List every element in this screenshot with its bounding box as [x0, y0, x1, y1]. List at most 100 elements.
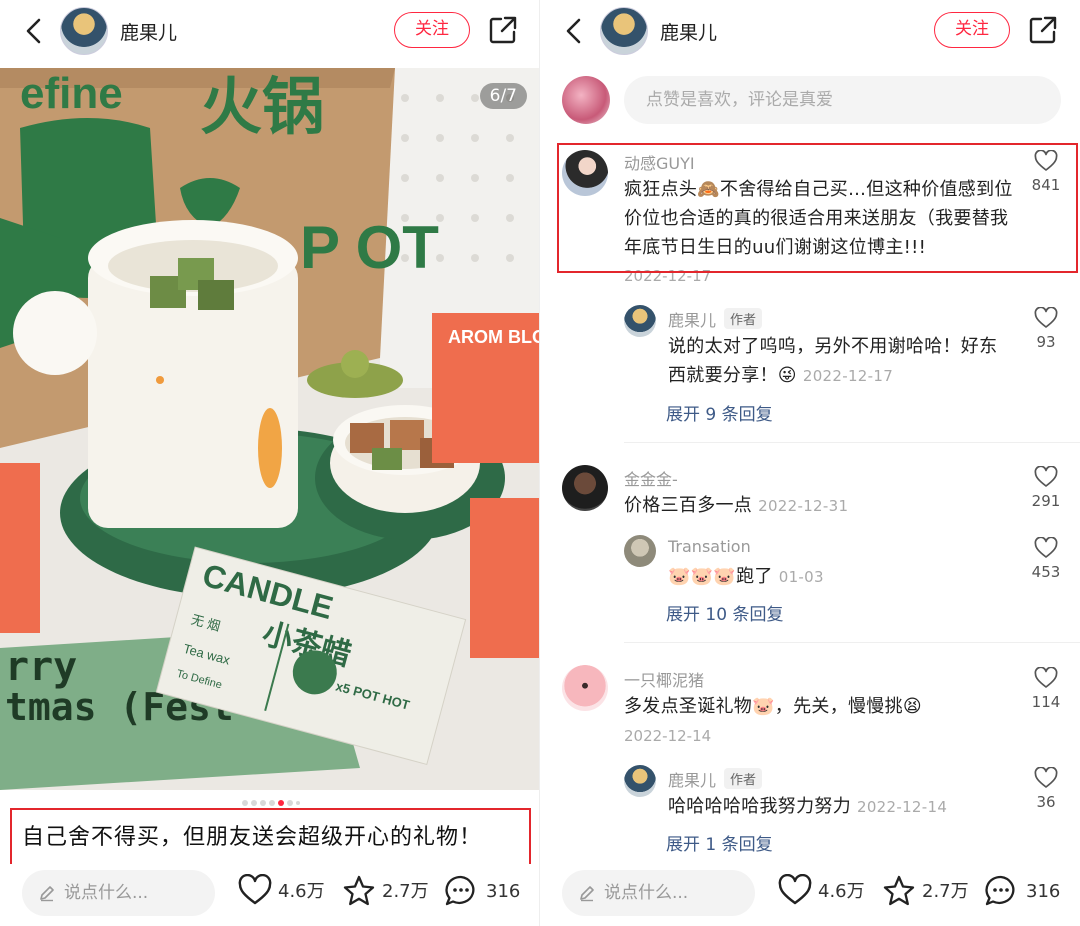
comment-text-content: 价格三百多一点 [624, 495, 753, 516]
comment-text: 价格三百多一点 2022-12-31 [624, 491, 1014, 521]
comment-bubble-icon [445, 875, 475, 906]
expand-replies-link[interactable]: 展开 10 条回复 [666, 600, 783, 625]
commenter-name[interactable]: 一只椰泥猪 [624, 667, 704, 691]
carousel-dot[interactable] [251, 800, 257, 806]
image-counter: 6/7 [479, 83, 527, 109]
reply-user[interactable]: 鹿果儿 作者 [668, 767, 763, 791]
back-arrow-icon[interactable] [20, 16, 50, 46]
follow-button[interactable]: 关注 [934, 12, 1010, 48]
comment-input[interactable]: 说点什么... [22, 870, 215, 916]
like-button[interactable]: 4.6万 [778, 874, 868, 910]
reply-text-content: 🐷🐷🐷跑了 [668, 566, 773, 587]
share-icon[interactable] [488, 15, 518, 45]
like-count: 4.6万 [278, 881, 325, 902]
comment-input-placeholder: 说点什么... [64, 883, 149, 903]
reply-user-name: 鹿果儿 [668, 311, 717, 330]
author-badge: 作者 [724, 768, 763, 789]
bottom-action-bar: 说点什么... 4.6万 2.7万 316 [0, 864, 540, 926]
author-badge: 作者 [724, 308, 763, 329]
share-icon[interactable] [1028, 15, 1058, 45]
star-icon [883, 875, 915, 906]
carousel-dot[interactable] [296, 801, 300, 805]
heart-icon [1034, 767, 1058, 788]
reply-avatar[interactable] [624, 305, 656, 337]
heart-icon [1034, 307, 1058, 328]
heart-icon [1034, 667, 1058, 688]
carousel-dots [242, 800, 302, 808]
carousel-dot[interactable] [269, 800, 275, 806]
bottom-action-bar: 说点什么... 4.6万 2.7万 316 [540, 864, 1080, 926]
collect-button[interactable]: 2.7万 [882, 874, 972, 910]
expand-replies-link[interactable]: 展开 9 条回复 [666, 400, 773, 425]
reply-user-name[interactable]: Transation [668, 537, 751, 556]
expand-replies-link[interactable]: 展开 1 条回复 [666, 830, 773, 855]
top-bar: 鹿果儿 关注 [0, 0, 540, 66]
comment-button[interactable]: 316 [444, 874, 524, 910]
reply-like-button[interactable]: 36 [1026, 767, 1066, 811]
reply-like-count: 36 [1036, 793, 1056, 811]
carousel-dot[interactable] [287, 800, 293, 806]
comment-button[interactable]: 316 [984, 874, 1064, 910]
heart-icon [1034, 466, 1058, 487]
reply-user-name: 鹿果儿 [668, 771, 717, 790]
collect-count: 2.7万 [922, 881, 969, 902]
comment-like-count: 291 [1031, 492, 1061, 510]
comment-date: 2022-12-14 [624, 727, 712, 745]
box-side-text: P OT [300, 214, 439, 281]
reply-date: 2022-12-14 [857, 798, 948, 816]
back-arrow-icon[interactable] [560, 16, 590, 46]
like-count: 4.6万 [818, 881, 865, 902]
reply-avatar[interactable] [624, 535, 656, 567]
comment-separator [624, 642, 1080, 643]
author-name[interactable]: 鹿果儿 [660, 18, 717, 45]
star-icon [343, 875, 375, 906]
author-name[interactable]: 鹿果儿 [120, 18, 177, 45]
comment-text: 多发点圣诞礼物🐷，先关，慢慢挑😫 [624, 696, 922, 717]
collect-button[interactable]: 2.7万 [342, 874, 432, 910]
reply-like-button[interactable]: 93 [1026, 307, 1066, 351]
card-line1-text: rry [5, 644, 77, 690]
product-photo-illustration: efine 火锅 P OT AROM BLO rry tmas (Fest CA… [0, 68, 540, 790]
note-photo[interactable]: efine 火锅 P OT AROM BLO rry tmas (Fest CA… [0, 68, 540, 790]
like-button[interactable]: 4.6万 [238, 874, 328, 910]
box-brand-text: efine [20, 69, 123, 118]
comment-bubble-icon [985, 875, 1015, 906]
commenter-avatar[interactable] [562, 465, 608, 511]
comment-date: 2022-12-31 [758, 497, 849, 515]
reply-like-count: 93 [1036, 333, 1056, 351]
commenter-name[interactable]: 金金金- [624, 466, 678, 490]
comment-input[interactable]: 点赞是喜欢，评论是真爱 [624, 76, 1061, 124]
reply-user[interactable]: 鹿果儿 作者 [668, 307, 763, 331]
note-detail-panel: 鹿果儿 关注 efine 火锅 P OT AROM BLO rry tmas (… [0, 0, 540, 926]
comment-like-button[interactable]: 291 [1026, 466, 1066, 510]
commenter-avatar[interactable] [562, 665, 608, 711]
comment-count: 316 [1026, 881, 1061, 902]
note-caption: 自己舍不得买，但朋友送会超级开心的礼物！ [10, 808, 531, 869]
reply-text: 说的太对了呜呜，另外不用谢哈哈！好东西就要分享！😜 2022-12-17 [668, 332, 1013, 391]
carousel-dot[interactable] [260, 800, 266, 806]
reply-like-button[interactable]: 453 [1026, 537, 1066, 581]
box-title-text: 火锅 [200, 70, 324, 143]
author-avatar[interactable] [60, 7, 108, 55]
pen-icon [40, 886, 54, 902]
heart-icon [1034, 537, 1058, 558]
comments-panel: 鹿果儿 关注 点赞是喜欢，评论是真爱 动感GUYI 疯狂点头🙈不舍得给自己买…但… [540, 0, 1080, 926]
follow-button[interactable]: 关注 [394, 12, 470, 48]
reply-text-content: 哈哈哈哈哈我努力努力 [668, 796, 851, 817]
my-avatar [562, 76, 610, 124]
reply-like-count: 453 [1031, 563, 1061, 581]
comment-input[interactable]: 说点什么... [562, 870, 755, 916]
comment-separator [624, 442, 1080, 443]
highlight-box [557, 143, 1078, 273]
comment-input-placeholder: 说点什么... [604, 883, 689, 903]
pen-icon [580, 886, 594, 902]
reply-date: 2022-12-17 [802, 367, 894, 385]
top-bar: 鹿果儿 关注 [540, 0, 1080, 66]
collect-count: 2.7万 [382, 881, 429, 902]
carousel-dot-active[interactable] [278, 800, 284, 806]
author-avatar[interactable] [600, 7, 648, 55]
reply-avatar[interactable] [624, 765, 656, 797]
comment-like-button[interactable]: 114 [1026, 667, 1066, 711]
reply-text: 🐷🐷🐷跑了 01-03 [668, 562, 1013, 592]
carousel-dot[interactable] [242, 800, 248, 806]
